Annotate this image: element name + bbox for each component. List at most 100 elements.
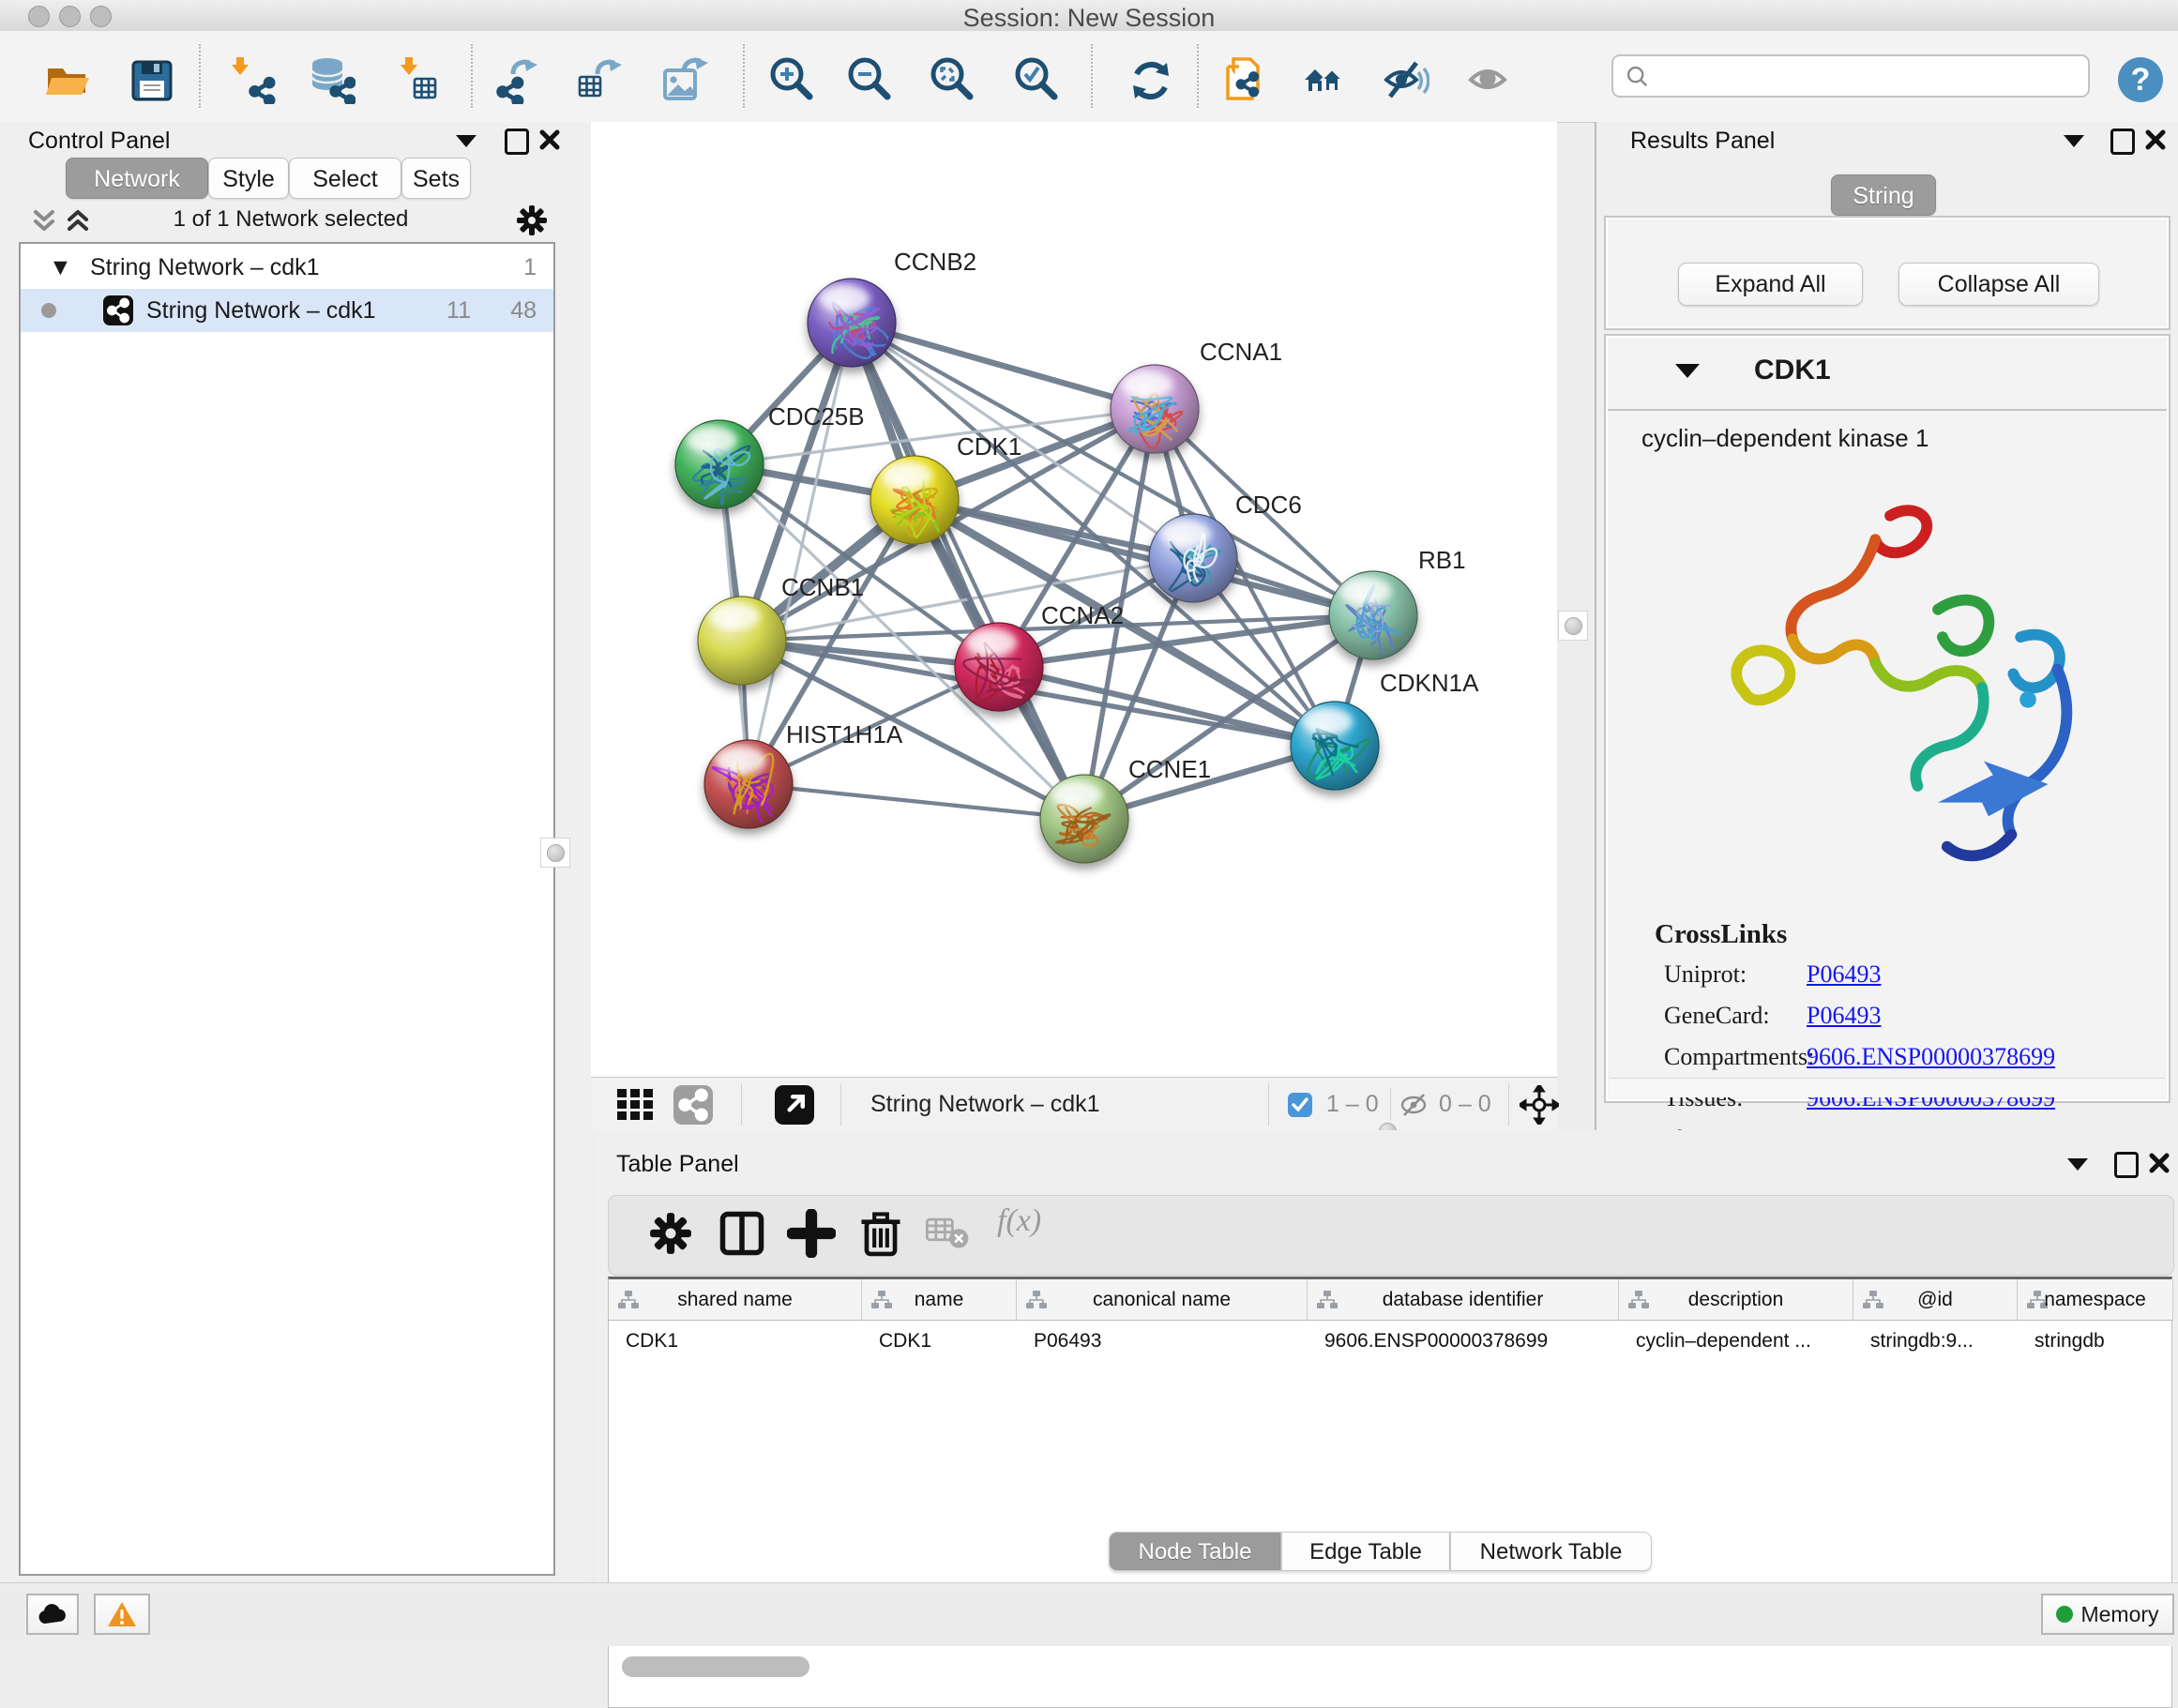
left-splitter-handle[interactable] <box>540 838 570 868</box>
fit-selected-crosshair-icon[interactable] <box>1520 1085 1559 1125</box>
collapse-all-button[interactable]: Collapse All <box>1898 263 2099 306</box>
first-neighbors-icon[interactable] <box>1300 53 1351 104</box>
edge-CCNE1-HIST1H1A[interactable] <box>749 784 1084 819</box>
edge-count: 48 <box>510 289 537 332</box>
table-panel-close-icon[interactable] <box>2148 1152 2170 1174</box>
clone-network-icon[interactable] <box>1218 53 1269 104</box>
selected-checkbox-icon[interactable] <box>1287 1092 1313 1118</box>
crosslink-value-link[interactable]: P06493 <box>1807 960 1881 989</box>
crosslink-value-link[interactable]: P06493 <box>1807 1002 1881 1030</box>
node-CCNE1[interactable]: CCNE1 <box>1040 755 1211 863</box>
export-image-icon[interactable] <box>658 53 708 104</box>
open-session-icon[interactable] <box>40 53 91 104</box>
table-hscrollbar-thumb[interactable] <box>622 1656 809 1677</box>
table-toolbar: f(x) <box>608 1195 2174 1276</box>
import-network-database-icon[interactable] <box>305 53 355 104</box>
refresh-icon[interactable] <box>1124 53 1174 104</box>
node-RB1[interactable]: RB1 <box>1329 546 1466 661</box>
tree-expander-icon[interactable]: ▼ <box>49 246 72 289</box>
results-panel-close-icon[interactable] <box>2144 128 2167 151</box>
control-panel-close-icon[interactable] <box>538 128 561 151</box>
column-header-databaseidentifier[interactable]: database identifier <box>1308 1279 1619 1321</box>
zoom-selected-icon[interactable] <box>1009 53 1060 104</box>
collapse-all-chevron-icon[interactable] <box>32 208 56 234</box>
results-panel-collapse-icon[interactable] <box>2064 135 2084 147</box>
tab-style[interactable]: Style <box>208 158 289 199</box>
column-header-canonicalname[interactable]: canonical name <box>1017 1279 1308 1321</box>
expand-all-button[interactable]: Expand All <box>1678 263 1863 306</box>
table-cell[interactable]: 9606.ENSP00000378699 <box>1308 1322 1619 1361</box>
crosslinks-heading: CrossLinks <box>1655 919 1787 950</box>
control-panel-collapse-icon[interactable] <box>456 135 476 147</box>
table-cell[interactable]: stringdb:9... <box>1853 1322 2018 1361</box>
results-panel-title: Results Panel <box>1630 128 1775 155</box>
collection-count: 1 <box>523 246 537 289</box>
column-header-id[interactable]: @id <box>1853 1279 2018 1321</box>
results-panel-float-icon[interactable] <box>2110 128 2135 155</box>
tab-sets[interactable]: Sets <box>401 158 471 199</box>
cloud-button[interactable] <box>26 1594 79 1635</box>
zoom-fit-icon[interactable] <box>925 53 976 104</box>
table-gear-icon[interactable] <box>646 1209 695 1258</box>
open-in-new-icon[interactable] <box>775 1085 814 1125</box>
birds-eye-grid-icon[interactable] <box>615 1087 658 1123</box>
column-header-name[interactable]: name <box>862 1279 1017 1321</box>
import-table-icon[interactable] <box>391 53 442 104</box>
node-CDKN1A[interactable]: CDKN1A <box>1291 669 1479 790</box>
network-options-gear-icon[interactable] <box>514 203 550 238</box>
table-cell[interactable]: cyclin–dependent ... <box>1619 1322 1853 1361</box>
show-all-icon[interactable] <box>1464 53 1515 104</box>
hide-selected-icon[interactable] <box>1379 53 1429 104</box>
zoom-out-icon[interactable] <box>842 53 893 104</box>
right-splitter-handle[interactable] <box>1558 611 1588 641</box>
network-collection-row[interactable]: ▼ String Network – cdk1 1 <box>21 246 553 289</box>
export-network-icon[interactable] <box>492 53 543 104</box>
help-icon[interactable]: ? <box>2118 57 2163 102</box>
column-header-sharedname[interactable]: shared name <box>609 1279 862 1321</box>
string-share-icon[interactable] <box>673 1085 713 1125</box>
table-cell[interactable]: P06493 <box>1017 1322 1308 1361</box>
table-cell[interactable]: stringdb <box>2018 1322 2173 1361</box>
node-section-header[interactable]: CDK1 <box>1608 338 2167 411</box>
export-table-icon[interactable] <box>573 53 624 104</box>
main-toolbar: ? <box>0 31 2178 123</box>
column-header-description[interactable]: description <box>1619 1279 1853 1321</box>
edge-CCNB2-HIST1H1A[interactable] <box>749 323 852 784</box>
table-cell[interactable]: CDK1 <box>609 1322 862 1361</box>
table-cell[interactable]: CDK1 <box>862 1322 1017 1361</box>
node-label-RB1: RB1 <box>1418 546 1466 574</box>
table-panel-float-icon[interactable] <box>2114 1152 2139 1178</box>
zoom-in-icon[interactable] <box>764 53 815 104</box>
node-section-expander-icon[interactable] <box>1675 364 1700 378</box>
tab-select[interactable]: Select <box>289 158 401 199</box>
node-HIST1H1A[interactable]: HIST1H1A <box>704 720 903 832</box>
node-label-HIST1H1A: HIST1H1A <box>786 720 903 748</box>
column-header-namespace[interactable]: namespace <box>2018 1279 2173 1321</box>
network-row[interactable]: String Network – cdk1 11 48 <box>21 289 553 332</box>
network-canvas[interactable]: CCNB2CCNA1CDC25BCDK1CDC6RB1CCNB1CCNA2CDK… <box>591 122 1557 1077</box>
tab-edge-table[interactable]: Edge Table <box>1281 1532 1450 1571</box>
control-panel-float-icon[interactable] <box>505 128 529 155</box>
tab-string[interactable]: String <box>1831 174 1936 216</box>
results-hscrollbar[interactable] <box>1610 1078 2165 1097</box>
show-columns-icon[interactable] <box>718 1209 766 1258</box>
table-panel-collapse-icon[interactable] <box>2067 1158 2088 1171</box>
import-network-icon[interactable] <box>226 53 277 104</box>
expand-all-chevron-icon[interactable] <box>66 208 90 234</box>
results-actions-box: Expand All Collapse All <box>1604 216 2170 330</box>
add-column-icon[interactable] <box>787 1209 836 1258</box>
memory-button[interactable]: Memory <box>2041 1594 2174 1635</box>
warnings-button[interactable] <box>94 1594 150 1635</box>
tab-node-table[interactable]: Node Table <box>1109 1532 1281 1571</box>
node-CDC25B[interactable]: CDC25B <box>675 402 865 508</box>
edge-CCNB2-CCNA1[interactable] <box>852 323 1155 409</box>
search-input[interactable] <box>1611 54 2090 98</box>
tab-network[interactable]: Network <box>66 158 208 199</box>
delete-column-trash-icon[interactable] <box>856 1209 905 1258</box>
search-icon <box>1625 64 1651 90</box>
tab-network-table[interactable]: Network Table <box>1450 1532 1652 1571</box>
save-session-icon[interactable] <box>125 53 175 104</box>
network-view[interactable]: CCNB2CCNA1CDC25BCDK1CDC6RB1CCNB1CCNA2CDK… <box>591 122 1557 1130</box>
crosslink-value-link[interactable]: 9606.ENSP00000378699 <box>1807 1043 2055 1071</box>
node-CCNA1[interactable]: CCNA1 <box>1111 338 1282 453</box>
